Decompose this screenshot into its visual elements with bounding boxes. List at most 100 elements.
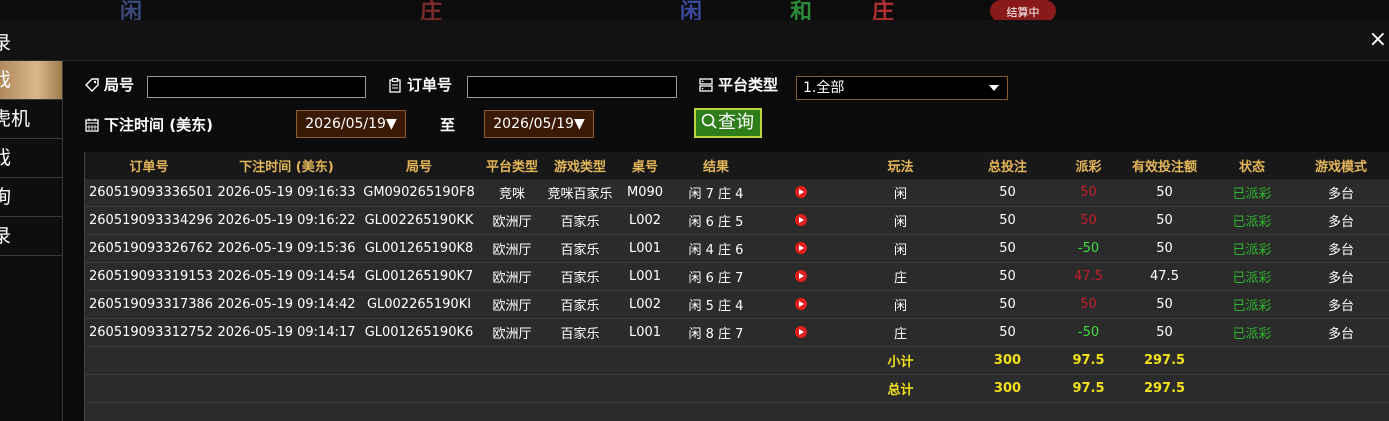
table-row: 260519093336501 2026-05-19 09:16:33 GM0902… [85, 179, 1389, 207]
cell-order: 260519093317386 [85, 290, 213, 319]
total-payout: 97.5 [1060, 374, 1117, 403]
table-row: 260519093326762 2026-05-19 09:15:36 GL0012… [85, 234, 1389, 263]
sidebar-item-games[interactable]: 戏 [0, 61, 62, 100]
col-bet: 总投注 [955, 152, 1060, 179]
replay-cell [756, 179, 846, 207]
cell-table: L001 [614, 262, 676, 291]
chevron-down-icon [989, 85, 999, 91]
cell-mode: 多台 [1292, 318, 1389, 347]
col-game: 游戏类型 [546, 152, 614, 179]
sidebar-item-game-2[interactable]: 戏 [0, 139, 62, 178]
cell-mode: 多台 [1292, 234, 1389, 263]
table-row: 260519093312752 2026-05-19 09:14:17 GL0012… [85, 318, 1389, 347]
cell-play: 庄 [846, 318, 955, 347]
sum-cell [676, 374, 756, 403]
cell-status: 已派彩 [1212, 206, 1292, 235]
cell-result: 闲 4 庄 6 [676, 234, 756, 263]
search-icon [700, 112, 718, 133]
cell-bet: 50 [955, 234, 1060, 263]
sum-cell [756, 346, 846, 375]
cell-status: 已派彩 [1212, 318, 1292, 347]
total-row: 总计 300 97.5 297.5 [85, 374, 1389, 403]
col-time: 下注时间 (美东) [213, 152, 360, 179]
col-status: 状态 [1212, 152, 1292, 179]
sidebar-item-query[interactable]: 询 [0, 178, 62, 217]
modal-title: 录 [0, 32, 12, 54]
sidebar-item-slots[interactable]: 虎机 [0, 100, 62, 139]
col-payout: 派彩 [1060, 152, 1117, 179]
table-row: 260519093317386 2026-05-19 09:14:42 GL0022… [85, 290, 1389, 319]
close-icon[interactable]: × [1369, 27, 1387, 52]
sum-cell [85, 374, 213, 403]
play-video-icon[interactable] [795, 298, 807, 310]
sum-cell [614, 374, 676, 403]
query-button[interactable]: 查询 [694, 108, 762, 138]
col-mode: 游戏模式 [1292, 152, 1389, 179]
sum-cell [360, 374, 478, 403]
time-filter-label: 下注时间 (美东) [84, 114, 213, 135]
cell-round: GL001265190K6 [360, 318, 478, 347]
sum-cell [1292, 346, 1389, 375]
subtotal-valid: 297.5 [1117, 346, 1212, 375]
cell-time: 2026-05-19 09:16:33 [213, 179, 360, 207]
sidebar-item-label: 虎机 [0, 108, 31, 130]
platform-select[interactable]: 1.全部 [796, 76, 1008, 100]
cell-result: 闲 5 庄 4 [676, 290, 756, 319]
cell-platform: 欧洲厅 [478, 262, 546, 291]
cell-payout: 50 [1060, 206, 1117, 235]
order-input[interactable] [467, 76, 677, 98]
cell-valid: 50 [1117, 206, 1212, 235]
col-round: 局号 [360, 152, 478, 179]
cell-time: 2026-05-19 09:14:42 [213, 290, 360, 319]
cell-platform: 欧洲厅 [478, 318, 546, 347]
play-video-icon[interactable] [795, 214, 807, 226]
sidebar-item-label: 询 [0, 186, 11, 208]
round-input[interactable] [147, 76, 366, 98]
cell-round: GM090265190F8 [360, 179, 478, 207]
cell-payout: 50 [1060, 290, 1117, 319]
sum-cell [546, 374, 614, 403]
cell-order: 260519093312752 [85, 318, 213, 347]
cell-bet: 50 [955, 262, 1060, 291]
sidebar-item-records[interactable]: 录 [0, 217, 62, 256]
date-from-picker[interactable]: 2026/05/19▼ [296, 110, 406, 138]
table-header-row: 订单号 下注时间 (美东) 局号 平台类型 游戏类型 桌号 结果 玩法 总投注 … [85, 152, 1389, 179]
cell-game: 百家乐 [546, 262, 614, 291]
play-video-icon[interactable] [795, 242, 807, 254]
cell-game: 百家乐 [546, 206, 614, 235]
to-label: 至 [440, 116, 456, 134]
cell-valid: 50 [1117, 318, 1212, 347]
sidebar-item-label: 录 [0, 225, 11, 247]
cell-result: 闲 6 庄 7 [676, 262, 756, 291]
play-video-icon[interactable] [795, 186, 807, 198]
col-replay [756, 152, 846, 179]
total-label: 总计 [846, 374, 955, 403]
table-row: 260519093319153 2026-05-19 09:14:54 GL0012… [85, 262, 1389, 291]
sum-cell [478, 374, 546, 403]
play-video-icon[interactable] [795, 326, 807, 338]
replay-cell [756, 318, 846, 347]
cell-mode: 多台 [1292, 290, 1389, 319]
replay-cell [756, 262, 846, 291]
sum-cell [213, 374, 360, 403]
cell-game: 竞咪百家乐 [546, 179, 614, 207]
results-table-container: 订单号 下注时间 (美东) 局号 平台类型 游戏类型 桌号 结果 玩法 总投注 … [84, 152, 1389, 421]
platform-select-value: 1.全部 [803, 80, 845, 96]
cell-valid: 50 [1117, 290, 1212, 319]
cell-mode: 多台 [1292, 206, 1389, 235]
sum-cell [756, 374, 846, 403]
cell-order: 260519093326762 [85, 234, 213, 263]
sidebar: 戏 虎机 戏 询 录 [0, 61, 63, 421]
cell-order: 260519093334296 [85, 206, 213, 235]
cell-play: 闲 [846, 206, 955, 235]
date-to-picker[interactable]: 2026/05/19▼ [484, 110, 594, 138]
sum-cell [1292, 374, 1389, 403]
col-result: 结果 [676, 152, 756, 179]
cell-status: 已派彩 [1212, 262, 1292, 291]
cell-result: 闲 6 庄 5 [676, 206, 756, 235]
play-video-icon[interactable] [795, 270, 807, 282]
clipboard-icon [387, 76, 407, 94]
cell-table: L001 [614, 318, 676, 347]
cell-bet: 50 [955, 318, 1060, 347]
round-filter-label: 局号 [84, 74, 134, 95]
